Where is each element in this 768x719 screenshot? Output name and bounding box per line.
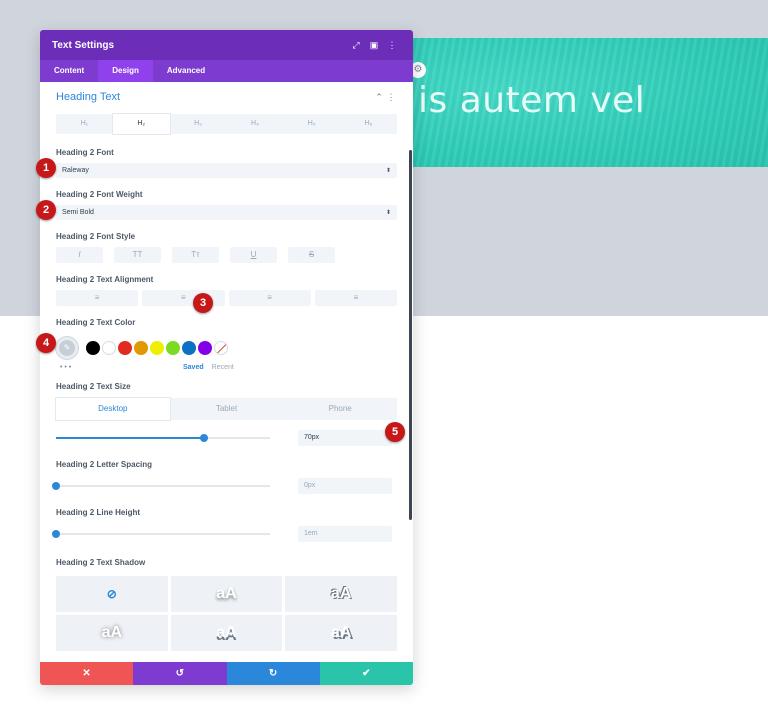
align-left-button[interactable]: ≡ <box>56 290 139 306</box>
shadow-preset-2[interactable]: aA <box>285 576 397 612</box>
sidebar-icon[interactable]: ▣ <box>365 40 383 51</box>
swatch-white[interactable] <box>102 341 116 355</box>
tab-h1[interactable]: H₁ <box>56 114 113 134</box>
font-weight-value: Semi Bold <box>62 209 94 216</box>
line-height-row: 1em <box>52 526 397 542</box>
more-colors-icon[interactable]: • • • <box>56 364 183 371</box>
swatch-orange[interactable] <box>134 341 148 355</box>
color-footer: • • • Saved Recent <box>56 360 397 374</box>
tab-h6[interactable]: H₆ <box>340 114 397 134</box>
cancel-button[interactable]: ✕ <box>40 662 134 685</box>
redo-button[interactable]: ↻ <box>226 662 320 685</box>
step-marker-3: 3 <box>193 293 213 313</box>
more-icon[interactable]: ⋮ <box>385 92 397 103</box>
shadow-preset-5[interactable]: aA <box>285 615 397 651</box>
underline-button[interactable]: U <box>230 247 277 263</box>
swatch-blue[interactable] <box>182 341 196 355</box>
color-swatches: ✎ <box>56 336 397 360</box>
swatch-green[interactable] <box>166 341 180 355</box>
panel-title: Text Settings <box>52 39 115 51</box>
panel-body: Heading Text ⌃ ⋮ H₁ H₂ H₃ H₄ H₅ H₆ Headi… <box>40 82 413 662</box>
slider-knob[interactable] <box>199 434 208 442</box>
tab-phone[interactable]: Phone <box>283 398 397 420</box>
preview-heading[interactable]: is autem vel <box>418 80 645 121</box>
line-height-slider[interactable] <box>52 530 270 538</box>
capitalize-button[interactable]: Tт <box>172 247 219 263</box>
panel-tabs: Content Design Advanced <box>40 60 413 82</box>
tab-design[interactable]: Design <box>98 60 153 82</box>
section-title: Heading Text <box>56 91 121 103</box>
slider-fill <box>56 437 204 439</box>
tab-content[interactable]: Content <box>40 60 98 82</box>
heading-font-select[interactable]: Raleway ⬍ <box>56 163 397 178</box>
alignment-buttons: ≡ ≡ ≡ ≡ <box>56 290 397 306</box>
slider-knob[interactable] <box>52 482 60 490</box>
font-style-label: Heading 2 Font Style <box>56 232 136 241</box>
step-marker-5: 5 <box>385 422 405 442</box>
line-height-input[interactable]: 1em <box>298 526 392 542</box>
tab-h5[interactable]: H₅ <box>283 114 340 134</box>
tab-advanced[interactable]: Advanced <box>153 60 219 82</box>
font-weight-label: Heading 2 Font Weight <box>56 190 143 199</box>
step-marker-1: 1 <box>36 158 56 178</box>
panel-scrollbar[interactable] <box>409 150 412 520</box>
strikethrough-button[interactable]: S <box>288 247 335 263</box>
letter-spacing-input[interactable]: 0px <box>298 478 392 494</box>
text-size-input[interactable]: 70px <box>298 430 392 446</box>
shadow-preset-4[interactable]: aA <box>170 615 283 651</box>
letter-spacing-label: Heading 2 Letter Spacing <box>56 460 153 469</box>
chevron-up-icon[interactable]: ⌃ <box>373 92 385 103</box>
align-right-button[interactable]: ≡ <box>228 290 311 306</box>
italic-button[interactable]: I <box>56 247 103 263</box>
color-picker-icon[interactable]: ✎ <box>56 337 78 359</box>
step-marker-2: 2 <box>36 200 56 220</box>
panel-header: Text Settings ⤢ ▣ ⋮ <box>40 30 413 60</box>
tab-h4[interactable]: H₄ <box>226 114 283 134</box>
device-tabs: Desktop Tablet Phone <box>56 398 397 420</box>
font-style-buttons: I TT Tт U S <box>56 247 397 263</box>
text-color-label: Heading 2 Text Color <box>56 318 136 327</box>
tab-tablet[interactable]: Tablet <box>170 398 284 420</box>
slider-knob[interactable] <box>52 530 60 538</box>
text-shadow-label: Heading 2 Text Shadow <box>56 558 146 567</box>
saved-colors-tab[interactable]: Saved <box>183 364 204 371</box>
font-weight-select[interactable]: Semi Bold ⬍ <box>56 205 397 220</box>
heading-font-label: Heading 2 Font <box>56 148 114 157</box>
step-marker-4: 4 <box>36 333 56 353</box>
recent-colors-tab[interactable]: Recent <box>212 364 234 371</box>
tab-desktop[interactable]: Desktop <box>56 398 170 420</box>
line-height-label: Heading 2 Line Height <box>56 508 141 517</box>
expand-icon[interactable]: ⤢ <box>347 40 365 51</box>
heading-level-tabs: H₁ H₂ H₃ H₄ H₅ H₆ <box>56 114 397 134</box>
swatch-black[interactable] <box>86 341 100 355</box>
text-size-label: Heading 2 Text Size <box>56 382 131 391</box>
text-size-slider[interactable] <box>56 434 270 442</box>
letter-spacing-slider[interactable] <box>52 482 270 490</box>
swatch-purple[interactable] <box>198 341 212 355</box>
tab-h2[interactable]: H₂ <box>112 114 170 134</box>
heading-font-value: Raleway <box>62 167 89 174</box>
select-arrows-icon: ⬍ <box>385 210 391 216</box>
swatch-none[interactable] <box>214 341 228 355</box>
settings-panel: Text Settings ⤢ ▣ ⋮ Content Design Advan… <box>40 30 413 685</box>
section-header[interactable]: Heading Text ⌃ ⋮ <box>56 82 397 112</box>
uppercase-button[interactable]: TT <box>114 247 161 263</box>
shadow-preset-3[interactable]: aA <box>56 615 168 651</box>
align-justify-button[interactable]: ≡ <box>314 290 397 306</box>
save-button[interactable]: ✔ <box>319 662 413 685</box>
panel-footer: ✕ ↺ ↻ ✔ <box>40 662 413 685</box>
text-size-row: 70px <box>56 430 397 446</box>
text-alignment-label: Heading 2 Text Alignment <box>56 275 154 284</box>
letter-spacing-row: 0px <box>52 478 397 494</box>
shadow-preset-1[interactable]: aA <box>170 576 283 612</box>
undo-button[interactable]: ↺ <box>133 662 227 685</box>
swatch-yellow[interactable] <box>150 341 164 355</box>
swatch-red[interactable] <box>118 341 132 355</box>
select-arrows-icon: ⬍ <box>385 168 391 174</box>
shadow-none-icon[interactable]: ⊘ <box>56 576 168 612</box>
text-shadow-presets: ⊘ aA aA aA aA aA <box>56 576 397 651</box>
more-icon[interactable]: ⋮ <box>383 40 401 51</box>
tab-h3[interactable]: H₃ <box>170 114 227 134</box>
